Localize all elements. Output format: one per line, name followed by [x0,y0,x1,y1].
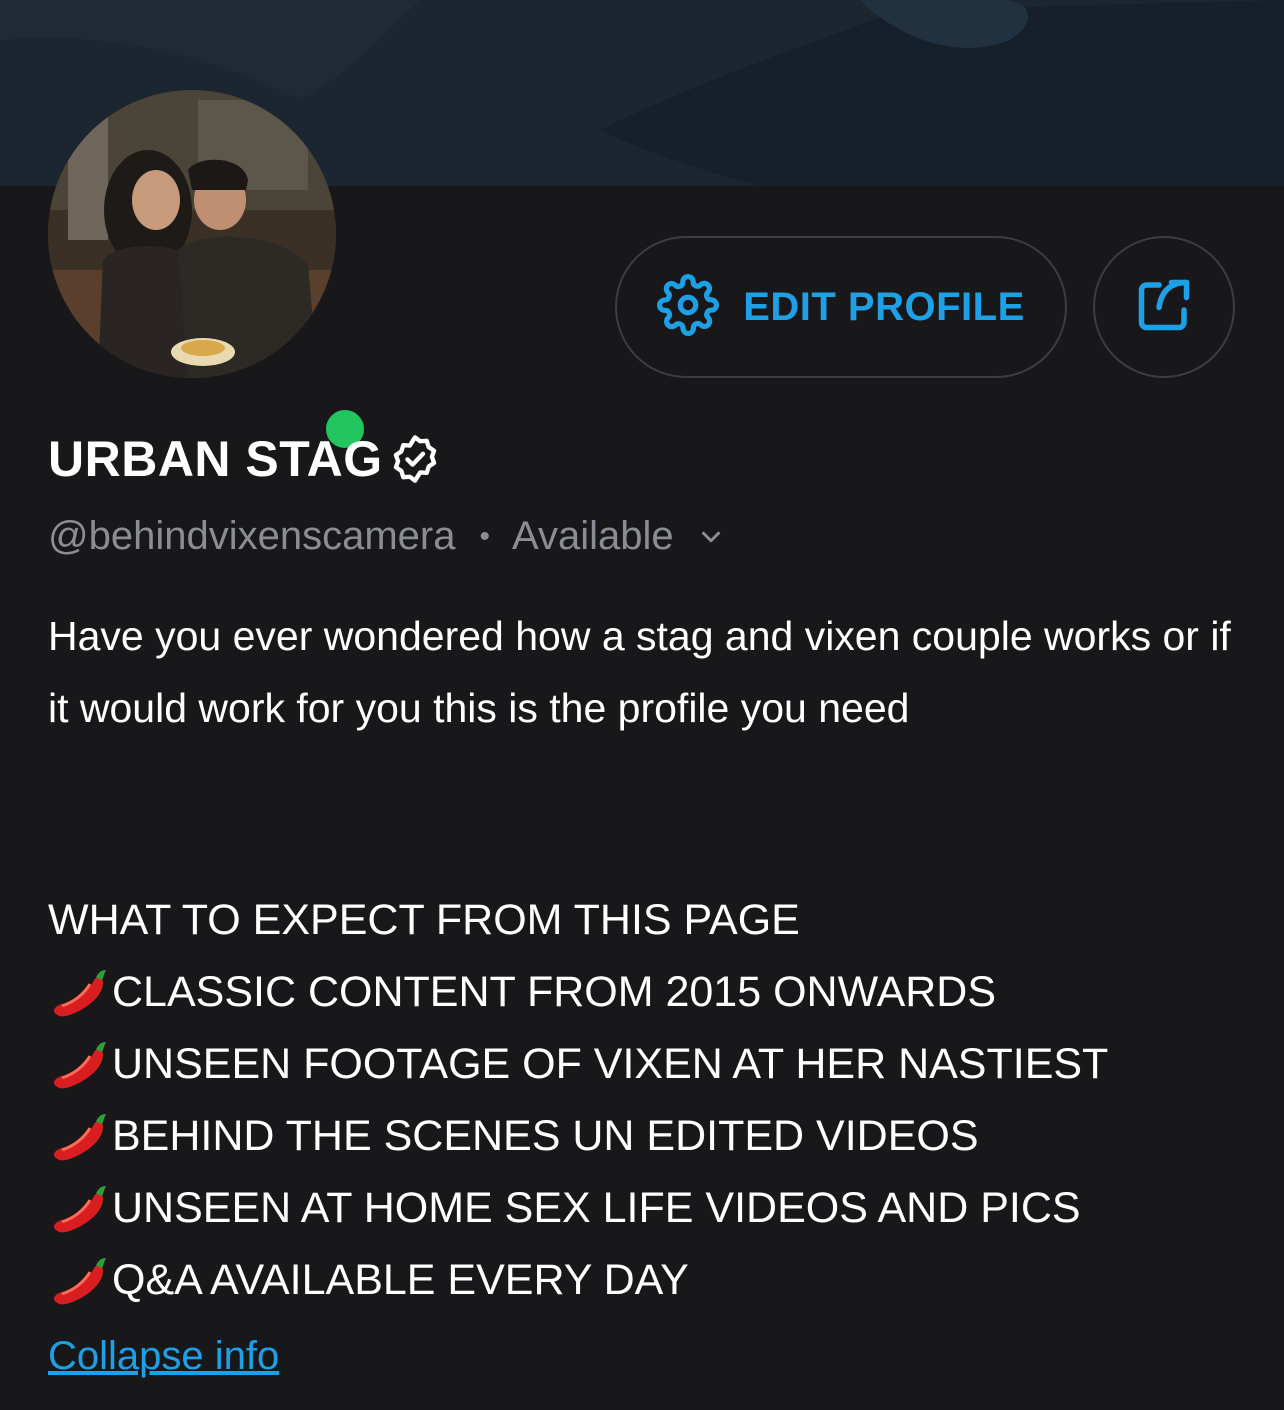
share-icon [1134,275,1194,340]
list-item: UNSEEN AT HOME SEX LIFE VIDEOS AND PICS [48,1172,1248,1244]
chili-pepper-icon [48,1108,110,1164]
profile-name-row: URBAN STAG [48,430,441,488]
edit-profile-button[interactable]: EDIT PROFILE [615,236,1067,378]
avatar-photo [48,90,336,378]
list-heading-text: WHAT TO EXPECT FROM THIS PAGE [48,896,800,944]
bio-intro-text: Have you ever wondered how a stag and vi… [48,613,1231,731]
availability-status[interactable]: Available [512,514,674,559]
list-item: CLASSIC CONTENT FROM 2015 ONWARDS [48,956,1248,1028]
share-button[interactable] [1093,236,1235,378]
list-item-text: CLASSIC CONTENT FROM 2015 ONWARDS [112,968,997,1016]
list-item: BEHIND THE SCENES UN EDITED VIDEOS [48,1100,1248,1172]
verified-badge-icon [389,433,441,485]
list-item-text: Q&A AVAILABLE EVERY DAY [112,1256,689,1304]
avatar[interactable] [48,90,368,452]
chevron-down-icon[interactable] [696,522,726,552]
chili-pepper-icon [48,1252,110,1308]
profile-handle: @behindvixenscamera [48,514,456,558]
bio-intro: Have you ever wondered how a stag and vi… [48,600,1248,744]
edit-profile-label: EDIT PROFILE [743,284,1025,329]
collapse-info-link[interactable]: Collapse info [48,1334,279,1379]
chili-pepper-icon [48,1180,110,1236]
chili-pepper-icon [48,1036,110,1092]
list-item: Q&A AVAILABLE EVERY DAY [48,1244,1248,1316]
list-item-text: BEHIND THE SCENES UN EDITED VIDEOS [112,1112,979,1160]
list-item-text: UNSEEN AT HOME SEX LIFE VIDEOS AND PICS [112,1184,1081,1232]
chili-pepper-icon [48,964,110,1020]
list-item: UNSEEN FOOTAGE OF VIXEN AT HER NASTIEST [48,1028,1248,1100]
list-heading: WHAT TO EXPECT FROM THIS PAGE [48,884,1248,956]
profile-name: URBAN STAG [48,431,383,487]
gear-icon [657,273,720,341]
separator-dot: • [479,519,490,553]
handle-row: @behindvixenscamera • Available [48,514,726,559]
list-item-text: UNSEEN FOOTAGE OF VIXEN AT HER NASTIEST [112,1040,1109,1088]
profile-page: EDIT PROFILE URBAN STAG @behindvixenscam… [0,0,1284,1410]
bio-list: WHAT TO EXPECT FROM THIS PAGE CLASSIC CO… [48,884,1248,1316]
